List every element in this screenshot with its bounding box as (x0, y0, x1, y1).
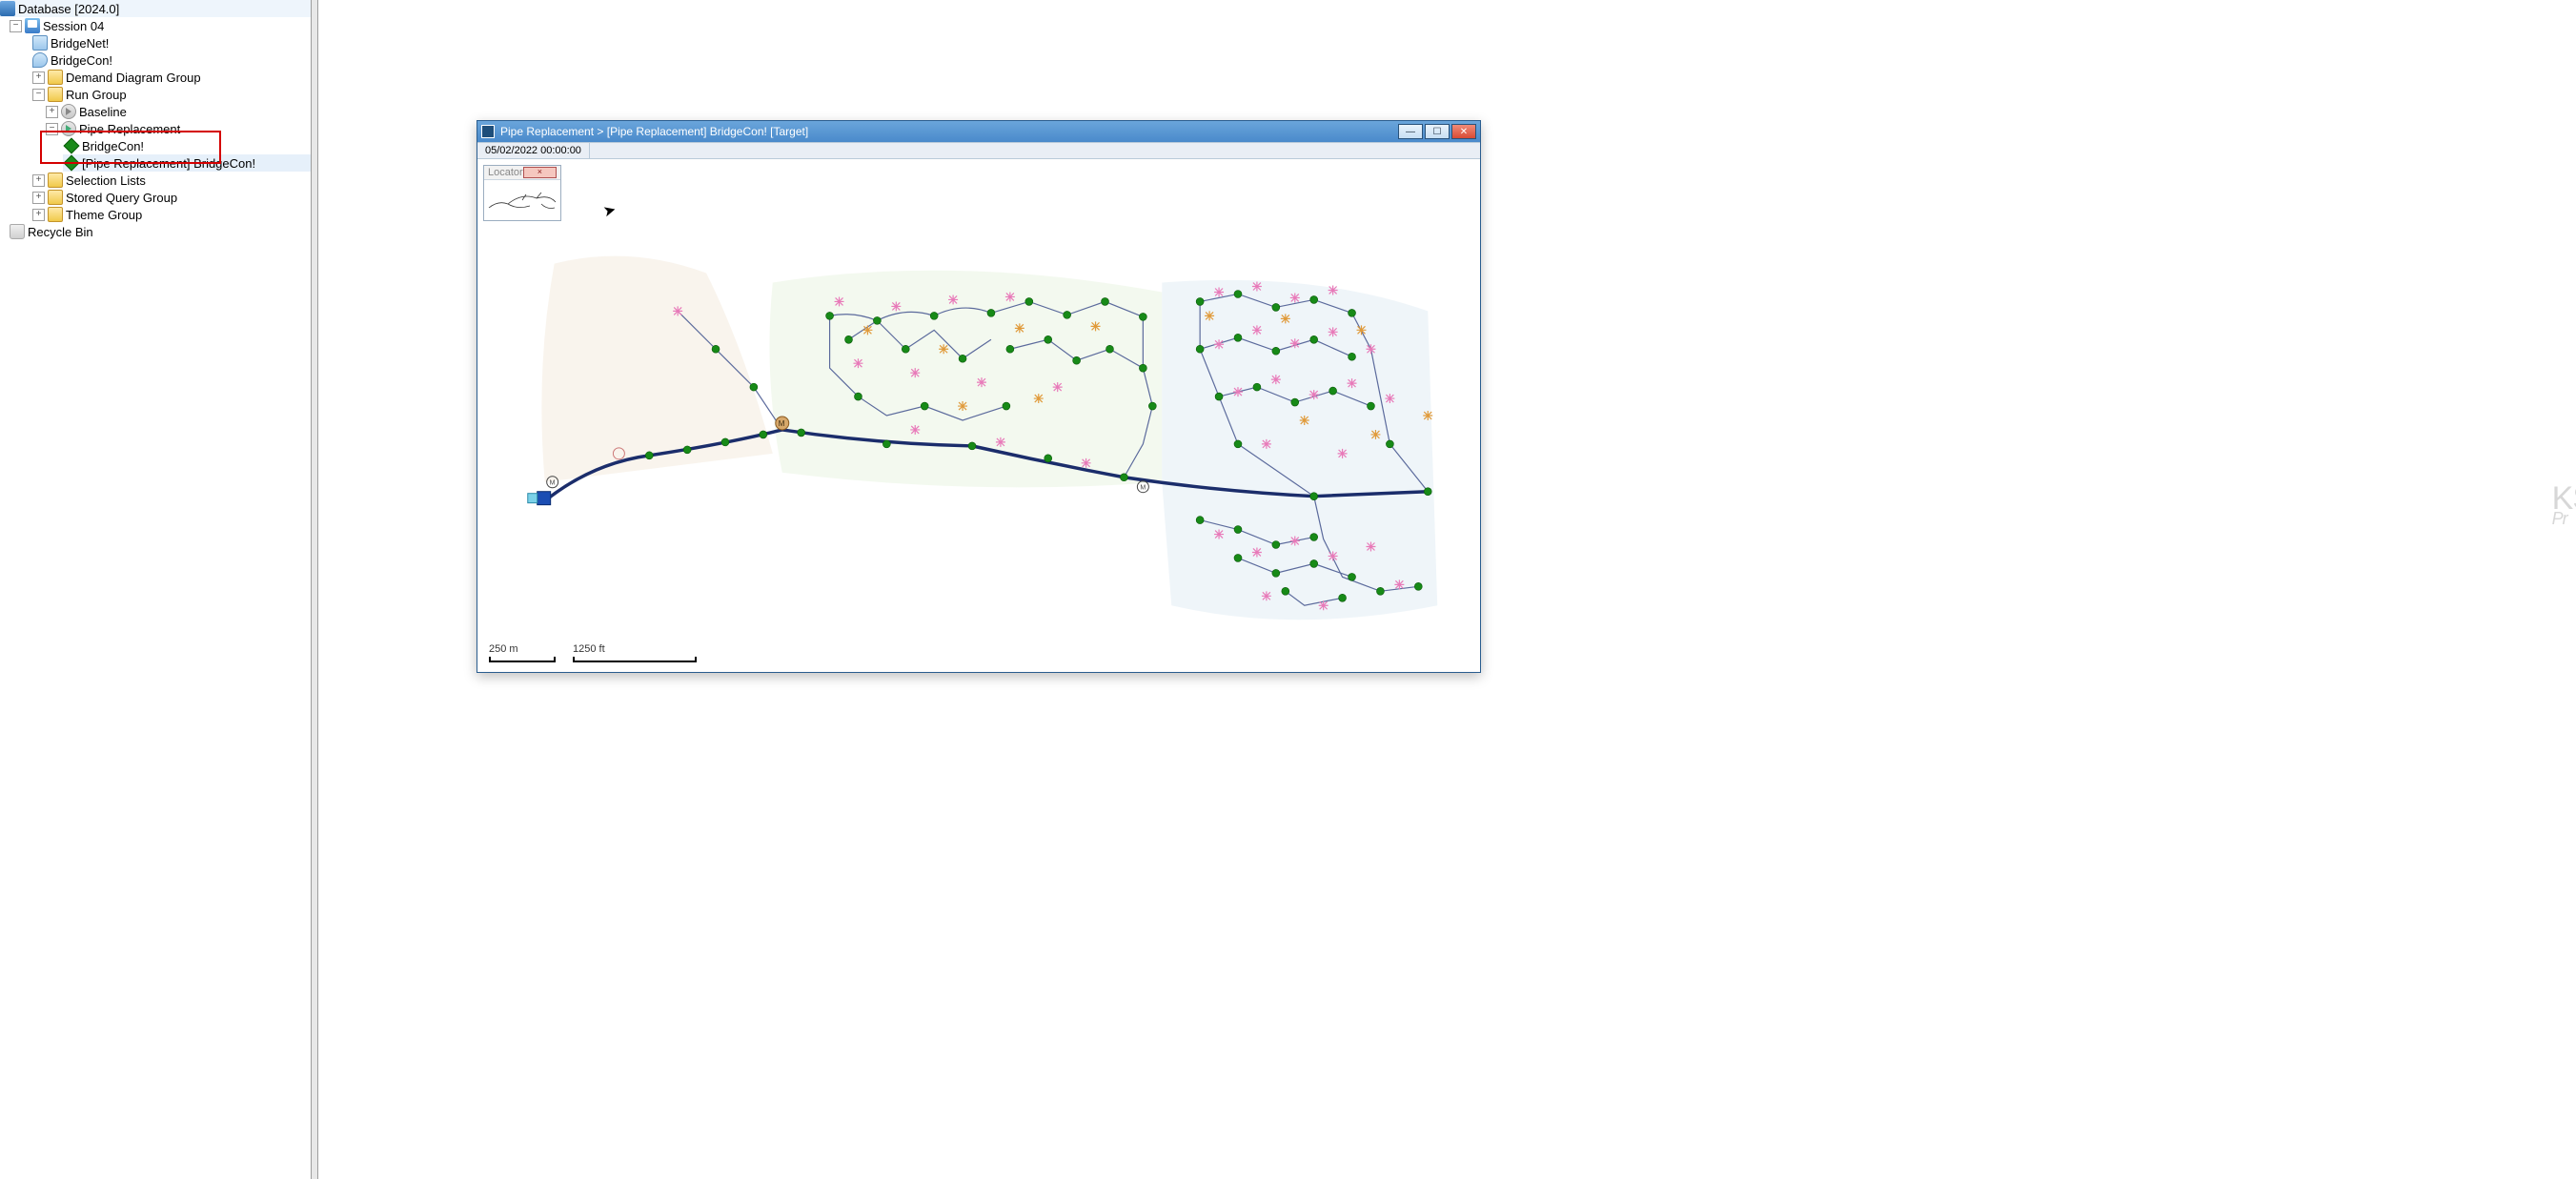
tree-node-pipe-replacement[interactable]: − Pipe Replacement (46, 120, 313, 137)
node-label: Pipe Replacement (79, 122, 180, 136)
recycle-bin-icon (10, 224, 25, 239)
window-close-button[interactable]: ✕ (1451, 124, 1476, 139)
node-label: BridgeCon! (82, 139, 144, 153)
expand-toggle[interactable]: + (32, 192, 45, 204)
expand-toggle[interactable]: + (32, 71, 45, 84)
expand-toggle[interactable]: + (32, 209, 45, 221)
collapse-toggle[interactable]: − (10, 20, 22, 32)
svg-text:M: M (1140, 485, 1146, 492)
folder-icon (48, 190, 63, 205)
zone-shape (1162, 280, 1437, 620)
meter-node[interactable]: M (776, 417, 789, 430)
node-label: Database [2024.0] (18, 2, 119, 16)
node-label: Baseline (79, 105, 127, 119)
session-icon (25, 18, 40, 33)
tree-node-baseline[interactable]: + Baseline (46, 103, 313, 120)
node-label: [Pipe Replacement] BridgeCon! (82, 156, 255, 171)
node-label: Stored Query Group (66, 191, 177, 205)
database-icon (0, 1, 15, 16)
scale-bar-segment (573, 657, 697, 662)
run-icon (61, 121, 76, 136)
tree-node-theme-group[interactable]: + Theme Group (32, 206, 313, 223)
tree-node-bridgenet[interactable]: BridgeNet! (32, 34, 313, 51)
folder-icon (48, 87, 63, 102)
scale-metric-label: 250 m (489, 643, 556, 655)
viewer-title: Pipe Replacement > [Pipe Replacement] Br… (500, 125, 1396, 138)
node-label: BridgeNet! (51, 36, 109, 51)
svg-text:M: M (550, 480, 556, 487)
source-node[interactable]: M (528, 477, 558, 505)
viewer-app-icon (481, 125, 495, 138)
tree-node-bridgecon[interactable]: BridgeCon! (32, 51, 313, 69)
node-label: Session 04 (43, 19, 104, 33)
database-tree-panel: Database [2024.0] − Session 04 (0, 0, 314, 1179)
expand-toggle[interactable]: + (46, 106, 58, 118)
viewer-titlebar[interactable]: Pipe Replacement > [Pipe Replacement] Br… (477, 121, 1480, 142)
scale-bar-segment (489, 657, 556, 662)
folder-icon (48, 70, 63, 85)
scale-bar: 250 m 1250 ft (489, 643, 697, 662)
folder-icon (48, 207, 63, 222)
tree-node-child-pr-bridgecon[interactable]: [Pipe Replacement] BridgeCon! (63, 154, 313, 172)
node-label: Selection Lists (66, 173, 146, 188)
expand-toggle[interactable]: + (32, 174, 45, 187)
viewer-infobar: 05/02/2022 00:00:00 (477, 142, 1480, 159)
tree-node-stored-query-group[interactable]: + Stored Query Group (32, 189, 313, 206)
simulation-datetime: 05/02/2022 00:00:00 (477, 143, 590, 158)
scale-imperial-label: 1250 ft (573, 643, 697, 655)
tree-node-child-bridgecon[interactable]: BridgeCon! (63, 137, 313, 154)
tree-node-run-group[interactable]: − Run Group (32, 86, 313, 103)
tree-node-recycle-bin[interactable]: Recycle Bin (10, 223, 313, 240)
map-canvas[interactable]: Locator × ➤ (477, 159, 1480, 672)
tree-node-database[interactable]: Database [2024.0] (0, 0, 313, 17)
scenario-icon (64, 138, 80, 154)
collapse-toggle[interactable]: − (32, 89, 45, 101)
tree-node-demand-diagram-group[interactable]: + Demand Diagram Group (32, 69, 313, 86)
tree-node-selection-lists[interactable]: + Selection Lists (32, 172, 313, 189)
window-minimize-button[interactable]: — (1398, 124, 1423, 139)
node-label: Theme Group (66, 208, 142, 222)
tree-node-session[interactable]: − Session 04 (10, 17, 313, 34)
network-icon (32, 35, 48, 51)
node-label: Run Group (66, 88, 127, 102)
watermark-text: KS Pr (2552, 486, 2576, 526)
network-map[interactable]: M M M (477, 159, 1480, 672)
run-icon (61, 104, 76, 119)
node-label: Recycle Bin (28, 225, 93, 239)
control-icon (32, 52, 48, 68)
window-maximize-button[interactable]: ☐ (1425, 124, 1450, 139)
collapse-toggle[interactable]: − (46, 123, 58, 135)
scenario-icon (64, 155, 80, 172)
node-label: BridgeCon! (51, 53, 112, 68)
map-viewer-window: Pipe Replacement > [Pipe Replacement] Br… (477, 120, 1481, 673)
node-label: Demand Diagram Group (66, 71, 201, 85)
zone-shape (541, 256, 772, 482)
svg-text:M: M (779, 419, 785, 428)
folder-icon (48, 173, 63, 188)
